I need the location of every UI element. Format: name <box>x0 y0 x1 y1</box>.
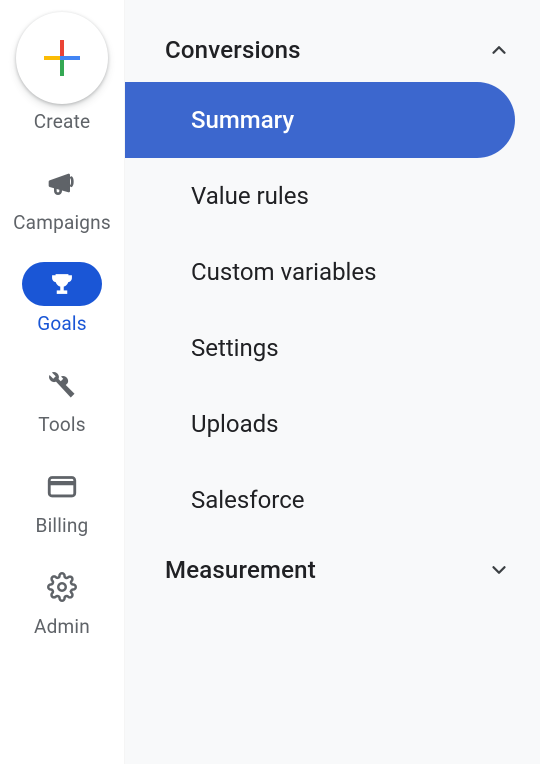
create-label: Create <box>34 110 91 133</box>
sub-item-label: Settings <box>191 334 279 362</box>
sub-item-label: Summary <box>191 106 294 134</box>
credit-card-icon <box>45 469 79 503</box>
rail-label: Tools <box>38 413 86 436</box>
rail-item-tools[interactable]: Tools <box>0 363 124 436</box>
rail-label: Billing <box>36 514 89 537</box>
sub-item-label: Salesforce <box>191 486 304 514</box>
gear-icon <box>47 572 77 602</box>
create-menu[interactable]: Create <box>16 12 108 133</box>
sub-item-label: Uploads <box>191 410 279 438</box>
sub-item-label: Custom variables <box>191 258 377 286</box>
trophy-icon <box>48 270 76 298</box>
sub-item-value-rules[interactable]: Value rules <box>125 158 540 234</box>
group-title: Measurement <box>165 556 316 584</box>
sub-item-label: Value rules <box>191 182 309 210</box>
sub-item-custom-variables[interactable]: Custom variables <box>125 234 540 310</box>
rail-item-billing[interactable]: Billing <box>0 464 124 537</box>
left-rail: Create Campaigns Goals <box>0 0 125 764</box>
sub-item-settings[interactable]: Settings <box>125 310 540 386</box>
group-header-conversions[interactable]: Conversions <box>125 18 540 82</box>
rail-label: Admin <box>34 615 90 638</box>
sub-item-salesforce[interactable]: Salesforce <box>125 462 540 538</box>
chevron-up-icon <box>488 39 510 61</box>
chevron-down-icon <box>488 559 510 581</box>
rail-item-campaigns[interactable]: Campaigns <box>0 161 124 234</box>
rail-label: Campaigns <box>13 211 111 234</box>
rail-item-goals[interactable]: Goals <box>0 262 124 335</box>
secondary-panel: Conversions Summary Value rules Custom v… <box>125 0 540 764</box>
tools-icon <box>47 370 77 400</box>
group-header-measurement[interactable]: Measurement <box>125 538 540 602</box>
rail-label: Goals <box>37 312 87 335</box>
sub-item-uploads[interactable]: Uploads <box>125 386 540 462</box>
plus-icon <box>42 38 82 78</box>
rail-item-admin[interactable]: Admin <box>0 565 124 638</box>
create-button[interactable] <box>16 12 108 104</box>
sub-item-summary[interactable]: Summary <box>125 82 515 158</box>
megaphone-icon <box>46 167 78 199</box>
group-title: Conversions <box>165 36 301 64</box>
